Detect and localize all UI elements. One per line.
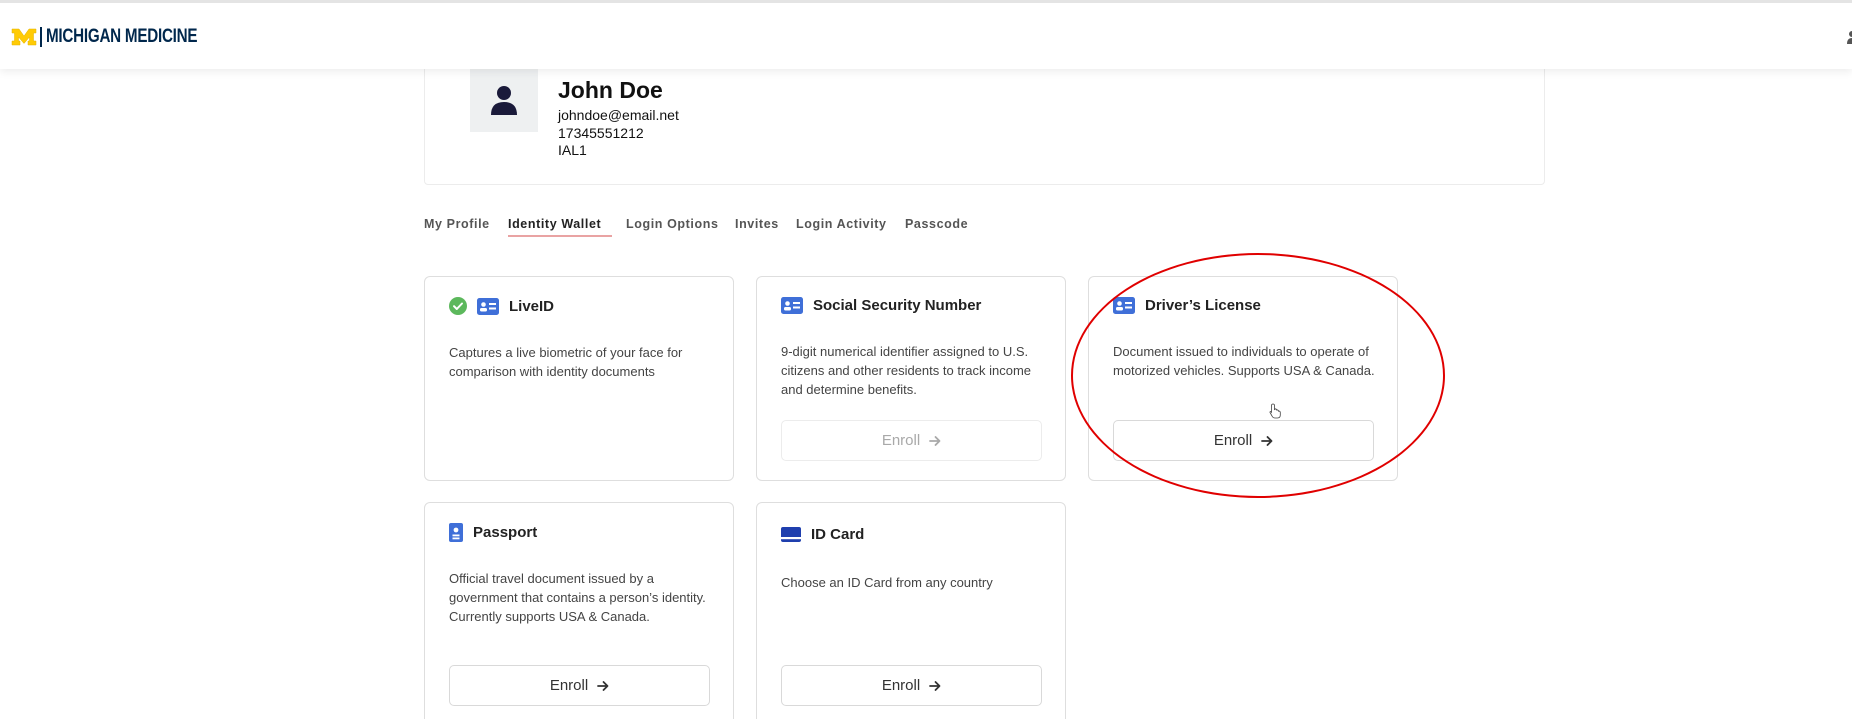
check-circle-icon bbox=[449, 297, 467, 315]
liveid-card: LiveID Captures a live biometric of your… bbox=[424, 276, 734, 481]
tab-passcode[interactable]: Passcode bbox=[905, 217, 968, 231]
arrow-right-icon bbox=[929, 680, 941, 691]
passport-icon bbox=[449, 523, 463, 542]
card-description: Document issued to individuals to operat… bbox=[1113, 344, 1375, 378]
logo-divider bbox=[40, 27, 42, 47]
block-m-icon bbox=[11, 28, 37, 46]
enroll-label: Enroll bbox=[881, 432, 921, 449]
tab-identity-wallet[interactable]: Identity Wallet bbox=[508, 217, 601, 231]
ssn-card: Social Security Number 9-digit numerical… bbox=[756, 276, 1066, 481]
drivers-license-enroll-button[interactable]: Enroll bbox=[1113, 420, 1374, 461]
profile-name: John Doe bbox=[558, 77, 663, 103]
profile-phone: 17345551212 bbox=[558, 125, 644, 141]
active-tab-indicator bbox=[508, 235, 612, 237]
card-title: Driver’s License bbox=[1145, 297, 1261, 314]
id-card-icon bbox=[477, 297, 499, 315]
card-description: 9-digit numerical identifier assigned to… bbox=[781, 344, 1032, 397]
card-header: ID Card bbox=[781, 526, 864, 543]
michigan-medicine-logo[interactable]: MICHIGAN MEDICINE bbox=[11, 25, 235, 49]
card-description: Official travel document issued by a gov… bbox=[449, 571, 706, 624]
user-icon bbox=[491, 86, 517, 115]
enroll-label: Enroll bbox=[1213, 432, 1253, 449]
id-card-card: ID Card Choose an ID Card from any count… bbox=[756, 502, 1066, 719]
profile-menu-icon[interactable] bbox=[1844, 30, 1852, 44]
tab-login-activity[interactable]: Login Activity bbox=[796, 217, 887, 231]
card-header: Driver’s License bbox=[1113, 297, 1261, 314]
hand-cursor-icon bbox=[1269, 403, 1281, 419]
arrow-right-icon bbox=[929, 435, 941, 446]
profile-email: johndoe@email.net bbox=[558, 107, 679, 123]
card-title: LiveID bbox=[509, 297, 555, 315]
ssn-enroll-button[interactable]: Enroll bbox=[781, 420, 1042, 461]
tab-my-profile[interactable]: My Profile bbox=[424, 217, 490, 231]
card-header: Social Security Number bbox=[781, 297, 981, 314]
arrow-right-icon bbox=[597, 680, 609, 691]
enroll-label: Enroll bbox=[881, 677, 921, 694]
passport-enroll-button[interactable]: Enroll bbox=[449, 665, 710, 706]
card-icon bbox=[781, 527, 801, 542]
enroll-label: Enroll bbox=[549, 677, 589, 694]
tab-invites[interactable]: Invites bbox=[735, 217, 779, 231]
passport-card: Passport Official travel document issued… bbox=[424, 502, 734, 719]
arrow-right-icon bbox=[1261, 435, 1273, 446]
card-header: Passport bbox=[449, 523, 537, 542]
id-card-enroll-button[interactable]: Enroll bbox=[781, 665, 1042, 706]
card-description: Choose an ID Card from any country bbox=[781, 575, 993, 590]
profile-assurance-level: IAL1 bbox=[558, 142, 587, 158]
avatar bbox=[470, 68, 538, 132]
card-title: Passport bbox=[473, 524, 538, 541]
tab-login-options[interactable]: Login Options bbox=[626, 217, 719, 231]
card-description: Captures a live biometric of your face f… bbox=[449, 345, 683, 379]
id-card-icon bbox=[1113, 297, 1135, 314]
id-card-icon bbox=[781, 297, 803, 314]
card-title: ID Card bbox=[811, 526, 865, 543]
card-header: LiveID bbox=[449, 297, 554, 315]
drivers-license-card: Driver’s License Document issued to indi… bbox=[1088, 276, 1398, 481]
app-header: MICHIGAN MEDICINE bbox=[0, 0, 1852, 69]
logo-text: MICHIGAN MEDICINE bbox=[46, 26, 198, 47]
card-title: Social Security Number bbox=[813, 297, 982, 314]
